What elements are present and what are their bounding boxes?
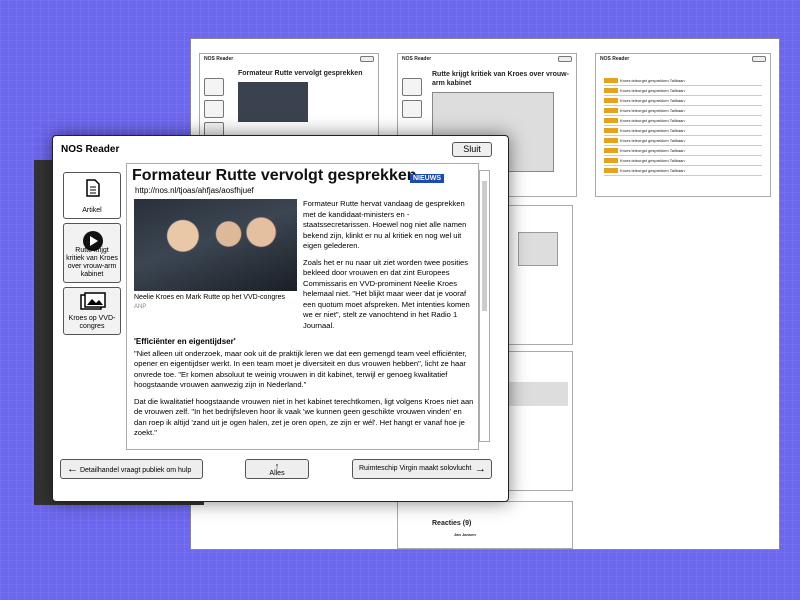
mini-side-btn	[402, 78, 422, 96]
mini-side-btn	[204, 100, 224, 118]
article-body: 'Efficiënter en eigentijdser' "Niet alle…	[134, 337, 474, 445]
mini-badge	[604, 128, 618, 134]
scrollbar[interactable]	[479, 170, 490, 442]
next-article-button[interactable]: Ruimteschip Virgin maakt solovlucht →	[352, 459, 492, 479]
sidebar-item-article[interactable]: Artikel	[63, 172, 121, 219]
mini-author: Jan Jansen	[454, 532, 476, 537]
document-icon	[86, 179, 100, 197]
mini-badge	[604, 148, 618, 154]
paragraph: Zoals het er nu naar uit ziet worden twe…	[303, 257, 470, 330]
mini-thumb	[508, 382, 568, 406]
paragraph: Dat die kwalitatief hoogstaande vrouwen …	[134, 396, 474, 438]
mini-row-label: Kroes teleurgst gesprekken Talibaan	[620, 78, 685, 83]
mini-list-row: Kroes teleurgst gesprekken Talibaan	[604, 138, 762, 146]
mini-badge	[604, 118, 618, 124]
mini-list-row: Kroes teleurgst gesprekken Talibaan	[604, 98, 762, 106]
mini-list-row: Kroes teleurgst gesprekken Talibaan	[604, 108, 762, 116]
mini-list-row: Kroes teleurgst gesprekken Talibaan	[604, 148, 762, 156]
sidebar-item-photos[interactable]: Kroes op VVD-congres	[63, 287, 121, 335]
all-label: Alles	[269, 470, 285, 477]
sidebar-item-video[interactable]: Rutte krijgt kritiek van Kroes over vrou…	[63, 223, 121, 283]
article-content: Formateur Rutte vervolgt gesprekken NIEU…	[126, 163, 479, 450]
all-button[interactable]: ↑ Alles	[245, 459, 309, 479]
mini-side-btn	[402, 100, 422, 118]
mini-row-label: Kroes teleurgst gesprekken Talibaan	[620, 98, 685, 103]
mini-close	[558, 56, 572, 62]
mini-list-row: Kroes teleurgst gesprekken Talibaan	[604, 128, 762, 136]
mini-row-label: Kroes teleurgst gesprekken Talibaan	[620, 118, 685, 123]
mini-list-row: Kroes teleurgst gesprekken Talibaan	[604, 158, 762, 166]
mini-headline: Rutte krijgt kritiek van Kroes over vrou…	[432, 71, 569, 87]
subheading: 'Efficiënter en eigentijdser'	[134, 337, 236, 346]
mini-row-label: Kroes teleurgst gesprekken Talibaan	[620, 168, 685, 173]
mini-photo	[238, 82, 308, 122]
mini-list-frame: NOS Reader Kroes teleurgst gesprekken Ta…	[595, 53, 771, 197]
mini-list-row: Kroes teleurgst gesprekken Talibaan	[604, 118, 762, 126]
nos-reader-window: NOS Reader Sluit Artikel Rutte krijgt kr…	[52, 135, 509, 502]
mini-badge	[604, 138, 618, 144]
photo-source: ANP	[134, 304, 147, 310]
photo-caption: Neelie Kroes en Mark Rutte op het VVD-co…	[134, 294, 285, 301]
article-title: Formateur Rutte vervolgt gesprekken	[132, 167, 417, 184]
prev-article-button[interactable]: ← Detailhandel vraagt publiek om hulp	[60, 459, 203, 479]
window-title: NOS Reader	[61, 144, 120, 155]
mini-title: NOS Reader	[402, 56, 432, 62]
sidebar-item-label: Rutte krijgt kritiek van Kroes over vrou…	[66, 247, 118, 278]
mini-list-row: Kroes teleurgst gesprekken Talibaan	[604, 168, 762, 176]
mini-row-label: Kroes teleurgst gesprekken Talibaan	[620, 138, 685, 143]
mini-badge	[604, 108, 618, 114]
mini-row-label: Kroes teleurgst gesprekken Talibaan	[620, 88, 685, 93]
mini-badge	[604, 78, 618, 84]
next-label: Ruimteschip Virgin maakt solovlucht	[359, 465, 472, 472]
mini-comments-frame: Reacties (9) Jan Jansen	[397, 501, 573, 549]
mini-reacties: Reacties (9)	[432, 520, 472, 527]
mini-badge	[604, 88, 618, 94]
mini-badge	[604, 168, 618, 174]
article-intro: Formateur Rutte hervat vandaag de gespre…	[303, 199, 475, 337]
mini-badge	[604, 98, 618, 104]
mini-thumb	[518, 232, 558, 266]
mini-badge	[604, 158, 618, 164]
mini-side-btn	[204, 78, 224, 96]
mini-headline: Formateur Rutte vervolgt gesprekken	[238, 70, 363, 77]
scrollbar-thumb[interactable]	[482, 181, 487, 311]
mini-title: NOS Reader	[204, 56, 234, 62]
mini-row-label: Kroes teleurgst gesprekken Talibaan	[620, 108, 685, 113]
mini-close	[752, 56, 766, 62]
mini-row-label: Kroes teleurgst gesprekken Talibaan	[620, 128, 685, 133]
arrow-up-icon: ↑	[274, 461, 280, 471]
paragraph: Formateur Rutte hervat vandaag de gespre…	[303, 199, 467, 250]
sidebar-item-label: Kroes op VVD-congres	[68, 315, 116, 330]
close-button[interactable]: Sluit	[452, 142, 492, 157]
sidebar-item-label: Artikel	[82, 207, 102, 214]
photos-icon	[80, 292, 106, 310]
prev-label: Detailhandel vraagt publiek om hulp	[79, 467, 192, 474]
mini-row-label: Kroes teleurgst gesprekken Talibaan	[620, 148, 685, 153]
mini-list-row: Kroes teleurgst gesprekken Talibaan	[604, 88, 762, 96]
mini-title: NOS Reader	[600, 56, 630, 62]
news-tag: NIEUWS	[410, 174, 444, 183]
paragraph: "Niet alleen uit onderzoek, maar ook uit…	[134, 348, 467, 390]
arrow-right-icon: →	[475, 463, 486, 475]
mini-list-row: Kroes teleurgst gesprekken Talibaan	[604, 78, 762, 86]
mini-row-label: Kroes teleurgst gesprekken Talibaan	[620, 158, 685, 163]
article-photo	[134, 199, 297, 291]
arrow-left-icon: ←	[67, 463, 78, 475]
article-url[interactable]: http://nos.nl/tjoas/ahfjas/aosfhjuef	[135, 186, 254, 195]
mini-close	[360, 56, 374, 62]
